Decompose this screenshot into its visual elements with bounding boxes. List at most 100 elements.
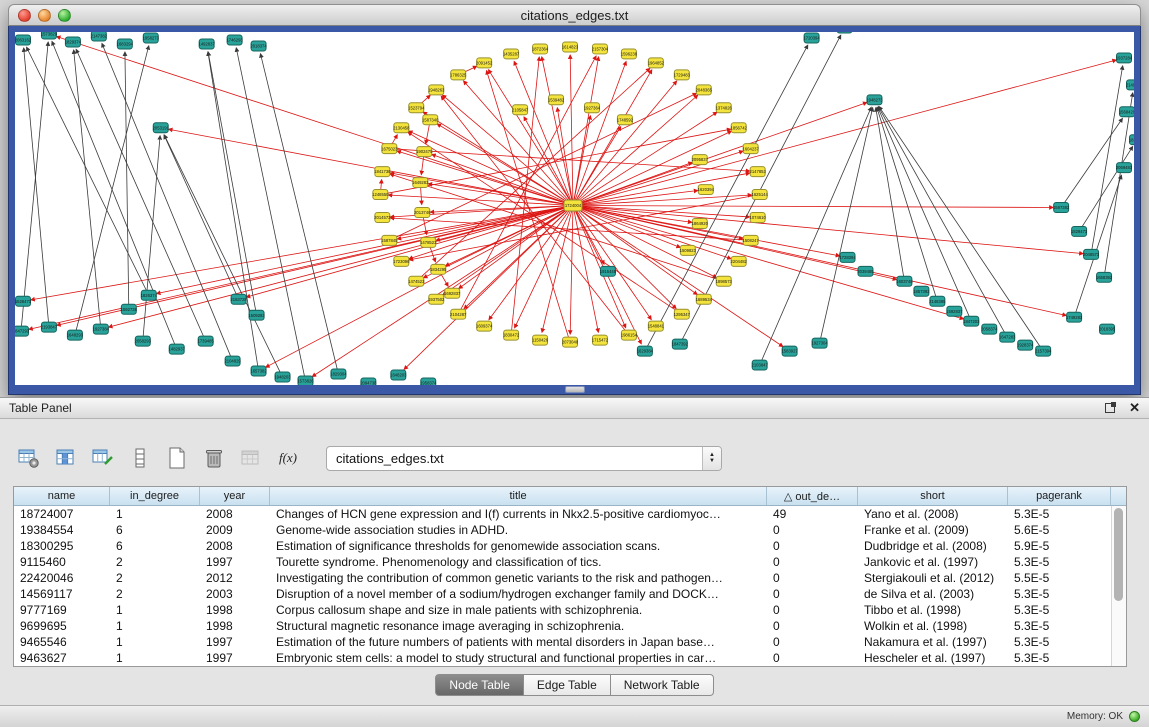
graph-node[interactable]: 1958273: [143, 33, 160, 43]
column-header-name[interactable]: name: [14, 487, 110, 505]
graph-node[interactable]: 1609374: [476, 321, 493, 331]
graph-node[interactable]: 1625144: [752, 190, 769, 200]
graph-node[interactable]: 1724004: [564, 200, 582, 211]
graph-node[interactable]: 1295347: [674, 309, 691, 319]
graph-node[interactable]: 1948273: [866, 95, 883, 105]
graph-node[interactable]: 1728394: [839, 252, 856, 262]
graph-node[interactable]: 2103847: [752, 360, 769, 370]
graph-node[interactable]: 1587845: [381, 235, 398, 245]
graph-node[interactable]: 1748592: [617, 115, 634, 125]
graph-node[interactable]: 1573829: [41, 32, 58, 39]
show-columns-icon[interactable]: [53, 445, 79, 471]
graph-node[interactable]: 1074610: [750, 212, 767, 222]
graph-node[interactable]: 1509283: [248, 310, 265, 320]
table-row[interactable]: 977716911998Corpus callosum shape and si…: [14, 602, 1111, 618]
column-header-out_degree[interactable]: △ out_de…: [767, 487, 858, 505]
graph-node[interactable]: 1830472: [503, 330, 520, 340]
graph-node[interactable]: 1739485: [197, 336, 214, 346]
network-canvas[interactable]: 1724004162514410746101508247220448218985…: [15, 32, 1134, 385]
graph-node[interactable]: 2157394: [1035, 346, 1052, 356]
graph-node[interactable]: 1658392: [1096, 272, 1113, 282]
graph-node[interactable]: 2095837: [692, 155, 709, 165]
graph-node[interactable]: 1614823: [562, 42, 579, 52]
graph-node[interactable]: 1829473: [1071, 226, 1088, 236]
scrollbar-thumb[interactable]: [1114, 508, 1123, 601]
minimize-window-button[interactable]: [38, 9, 51, 22]
create-column-icon[interactable]: [90, 445, 116, 471]
table-row[interactable]: 1830029562008Estimation of significance …: [14, 538, 1111, 554]
graph-node[interactable]: 1948203: [274, 372, 291, 382]
graph-node[interactable]: 1692837: [444, 288, 461, 298]
graph-node[interactable]: 1826374: [141, 290, 158, 300]
graph-node[interactable]: 1715472: [592, 335, 609, 345]
graph-node[interactable]: 1523794: [408, 103, 425, 113]
import-table-icon[interactable]: [238, 445, 264, 471]
graph-node[interactable]: 1898573: [716, 276, 733, 286]
graph-node[interactable]: 1948263: [428, 85, 445, 95]
graph-node[interactable]: 1872364: [532, 44, 549, 54]
graph-node[interactable]: 1539482: [548, 95, 565, 105]
graph-node[interactable]: 1248550: [372, 190, 389, 200]
column-header-in_degree[interactable]: in_degree: [110, 487, 200, 505]
table-row[interactable]: 1938455462009Genome-wide association stu…: [14, 522, 1111, 538]
window-titlebar[interactable]: citations_edges.txt: [8, 4, 1141, 26]
graph-node[interactable]: 1864920: [692, 218, 709, 228]
graph-node[interactable]: 1841736: [374, 167, 391, 177]
graph-node[interactable]: 1568429: [1119, 107, 1134, 117]
graph-node[interactable]: 2105847: [512, 105, 529, 115]
graph-node[interactable]: 2104287: [450, 309, 467, 319]
graph-node[interactable]: 1587340: [422, 115, 439, 125]
graph-node[interactable]: 1958473: [836, 32, 853, 33]
graph-node[interactable]: 1915445: [600, 266, 617, 276]
table-row[interactable]: 1872400712008Changes of HCN gene express…: [14, 506, 1111, 522]
graph-node[interactable]: 1927384: [93, 324, 110, 334]
graph-node[interactable]: 2058374: [981, 324, 998, 334]
graph-node[interactable]: 1675023: [381, 144, 398, 154]
graph-node[interactable]: 2148395: [929, 296, 946, 306]
table-row[interactable]: 946362711997Embryonic stem cells: a mode…: [14, 650, 1111, 666]
graph-node[interactable]: 1927364: [584, 103, 601, 113]
tab-node-table[interactable]: Node Table: [435, 674, 524, 696]
graph-node[interactable]: 1548841: [648, 321, 665, 331]
graph-node[interactable]: 2048573: [1083, 249, 1100, 259]
column-header-pagerank[interactable]: pagerank: [1008, 487, 1111, 505]
graph-node[interactable]: 2193847: [41, 322, 58, 332]
graph-node[interactable]: 1856742: [731, 123, 748, 133]
graph-node[interactable]: 2147382: [91, 32, 108, 41]
graph-node[interactable]: 1986154: [621, 330, 638, 340]
table-selector-dropdown[interactable]: citations_edges.txt ▲▼: [326, 446, 722, 471]
graph-node[interactable]: 1603748: [896, 276, 913, 286]
graph-node[interactable]: 1597382: [1053, 203, 1070, 213]
function-builder-icon[interactable]: f(x): [275, 445, 301, 471]
graph-node[interactable]: 1648203: [390, 370, 407, 380]
close-panel-icon[interactable]: ✕: [1129, 403, 1140, 413]
graph-node[interactable]: 1746293: [226, 35, 243, 45]
graph-node[interactable]: 1723096: [393, 256, 410, 266]
graph-node[interactable]: 1857392: [913, 286, 930, 296]
resize-grip[interactable]: [565, 386, 585, 393]
delete-table-icon[interactable]: [201, 445, 227, 471]
graph-node[interactable]: 1937284: [1116, 53, 1133, 63]
graph-node[interactable]: 1647283: [999, 332, 1016, 342]
graph-node[interactable]: 2069483: [1116, 163, 1133, 173]
graph-node[interactable]: 2014573: [374, 212, 391, 222]
graph-node[interactable]: 1847293: [15, 326, 30, 336]
graph-node[interactable]: 1648293: [67, 330, 84, 340]
column-header-year[interactable]: year: [200, 487, 270, 505]
table-row[interactable]: 1456911722003Disruption of a novel membe…: [14, 586, 1111, 602]
column-header-short[interactable]: short: [858, 487, 1008, 505]
table-row[interactable]: 911546021997Tourette syndrome. Phenomeno…: [14, 554, 1111, 570]
graph-node[interactable]: 2018374: [250, 41, 267, 51]
graph-node[interactable]: 1958374: [420, 378, 437, 385]
graph-node[interactable]: 2163728: [230, 294, 247, 304]
graph-node[interactable]: 1592837: [946, 306, 963, 316]
graph-node[interactable]: 1604237: [743, 144, 760, 154]
graph-node[interactable]: 1528473: [15, 296, 32, 306]
graph-node[interactable]: 1786325: [450, 70, 467, 80]
graph-node[interactable]: 1474523: [408, 276, 425, 286]
graph-node[interactable]: 1847203: [963, 316, 980, 326]
graph-node[interactable]: 2018395: [1099, 324, 1116, 334]
table-row[interactable]: 946554611997Estimation of the future num…: [14, 634, 1111, 650]
graph-node[interactable]: 1478523: [420, 237, 437, 247]
graph-node[interactable]: 1834295: [430, 264, 447, 274]
